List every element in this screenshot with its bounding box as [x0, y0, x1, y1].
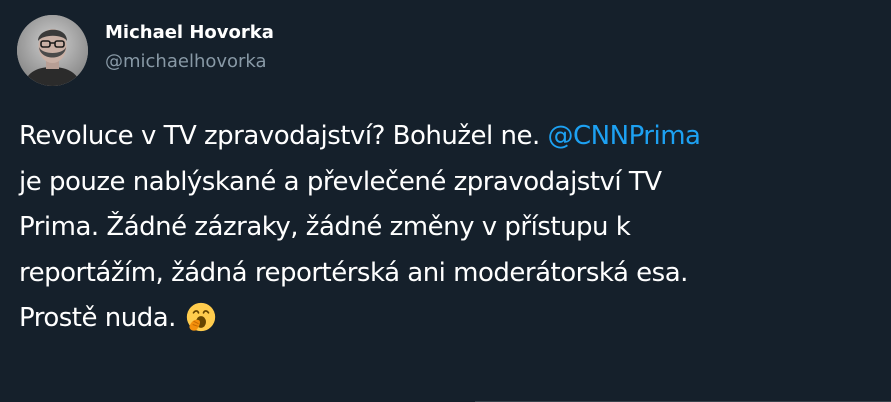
- yawning-face-icon: [186, 302, 215, 332]
- tweet-line-3: Prima. Žádné zázraky, žádné změny v přís…: [19, 212, 631, 242]
- tweet-line-1: Revoluce v TV zpravodajství? Bohužel ne.…: [19, 114, 879, 160]
- mention-link[interactable]: @CNNPrima: [548, 121, 701, 151]
- author-display-name[interactable]: Michael Hovorka: [105, 22, 274, 43]
- tweet-line-2: je pouze nablýskané a převlečené zpravod…: [19, 166, 662, 197]
- tweet-card: Michael Hovorka @michaelhovorka Revoluce…: [0, 0, 891, 402]
- tweet-line-5: Prostě nuda.: [19, 296, 879, 342]
- avatar-photo-icon: [17, 15, 88, 86]
- tweet-line-1-text: Revoluce v TV zpravodajství? Bohužel ne.: [19, 121, 548, 151]
- tweet-text: Revoluce v TV zpravodajství? Bohužel ne.…: [19, 114, 879, 342]
- tweet-line-5-text: Prostě nuda.: [19, 303, 184, 333]
- author-avatar[interactable]: [17, 15, 88, 86]
- author-handle[interactable]: @michaelhovorka: [105, 51, 267, 72]
- tweet-line-4: reportážím, žádná reportérská ani moderá…: [19, 257, 688, 288]
